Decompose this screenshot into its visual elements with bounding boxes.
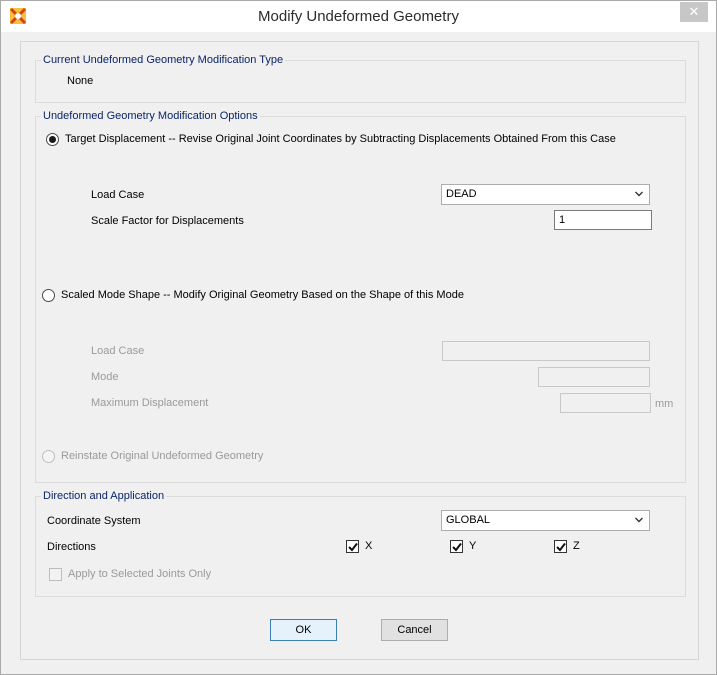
sm-load-case-label: Load Case xyxy=(91,345,145,357)
direction-y-checkbox[interactable] xyxy=(450,540,463,553)
td-scale-factor-input[interactable]: 1 xyxy=(554,210,652,230)
sm-mode-input xyxy=(538,367,650,387)
options-group-title: Undeformed Geometry Modification Options xyxy=(41,110,260,122)
title-bar: Modify Undeformed Geometry ✕ xyxy=(1,1,716,32)
dialog-window: Modify Undeformed Geometry ✕ Current Und… xyxy=(0,0,717,675)
ok-button[interactable]: OK xyxy=(270,619,337,641)
current-type-group-title: Current Undeformed Geometry Modification… xyxy=(41,54,286,66)
sm-mode-label: Mode xyxy=(91,371,119,383)
direction-x-label[interactable]: X xyxy=(365,540,372,552)
chevron-down-icon xyxy=(635,517,643,523)
sm-load-case-select xyxy=(442,341,650,361)
checkmark-icon xyxy=(556,542,566,552)
sm-max-disp-label: Maximum Displacement xyxy=(91,397,209,409)
target-displacement-label[interactable]: Target Displacement -- Revise Original J… xyxy=(65,133,616,145)
td-scale-factor-label: Scale Factor for Displacements xyxy=(91,215,244,227)
td-load-case-label: Load Case xyxy=(91,189,145,201)
td-load-case-select[interactable]: DEAD xyxy=(441,184,650,205)
td-scale-factor-value: 1 xyxy=(559,214,566,226)
close-icon: ✕ xyxy=(688,4,700,19)
coord-system-select[interactable]: GLOBAL xyxy=(441,510,650,531)
target-displacement-radio[interactable] xyxy=(46,133,59,146)
direction-y-label[interactable]: Y xyxy=(469,540,476,552)
apply-selected-checkbox xyxy=(49,568,62,581)
checkmark-icon xyxy=(348,542,358,552)
td-load-case-value: DEAD xyxy=(446,188,477,200)
close-button[interactable]: ✕ xyxy=(680,2,708,22)
coord-system-value: GLOBAL xyxy=(446,514,491,526)
chevron-down-icon xyxy=(635,191,643,197)
directions-label: Directions xyxy=(47,541,96,553)
direction-z-checkbox[interactable] xyxy=(554,540,567,553)
current-type-value: None xyxy=(67,75,94,87)
reinstate-label: Reinstate Original Undeformed Geometry xyxy=(61,450,264,462)
apply-selected-label: Apply to Selected Joints Only xyxy=(68,568,212,580)
sm-max-disp-unit: mm xyxy=(655,398,674,410)
checkmark-icon xyxy=(452,542,462,552)
window-title: Modify Undeformed Geometry xyxy=(258,8,459,25)
scaled-mode-shape-label[interactable]: Scaled Mode Shape -- Modify Original Geo… xyxy=(61,289,464,301)
direction-x-checkbox[interactable] xyxy=(346,540,359,553)
scaled-mode-shape-radio[interactable] xyxy=(42,289,55,302)
direction-z-label[interactable]: Z xyxy=(573,540,580,552)
cancel-button[interactable]: Cancel xyxy=(381,619,448,641)
direction-group-title: Direction and Application xyxy=(41,490,167,502)
current-type-group xyxy=(35,60,686,103)
reinstate-radio xyxy=(42,450,55,463)
sm-max-disp-input xyxy=(560,393,651,413)
coord-system-label: Coordinate System xyxy=(47,515,141,527)
